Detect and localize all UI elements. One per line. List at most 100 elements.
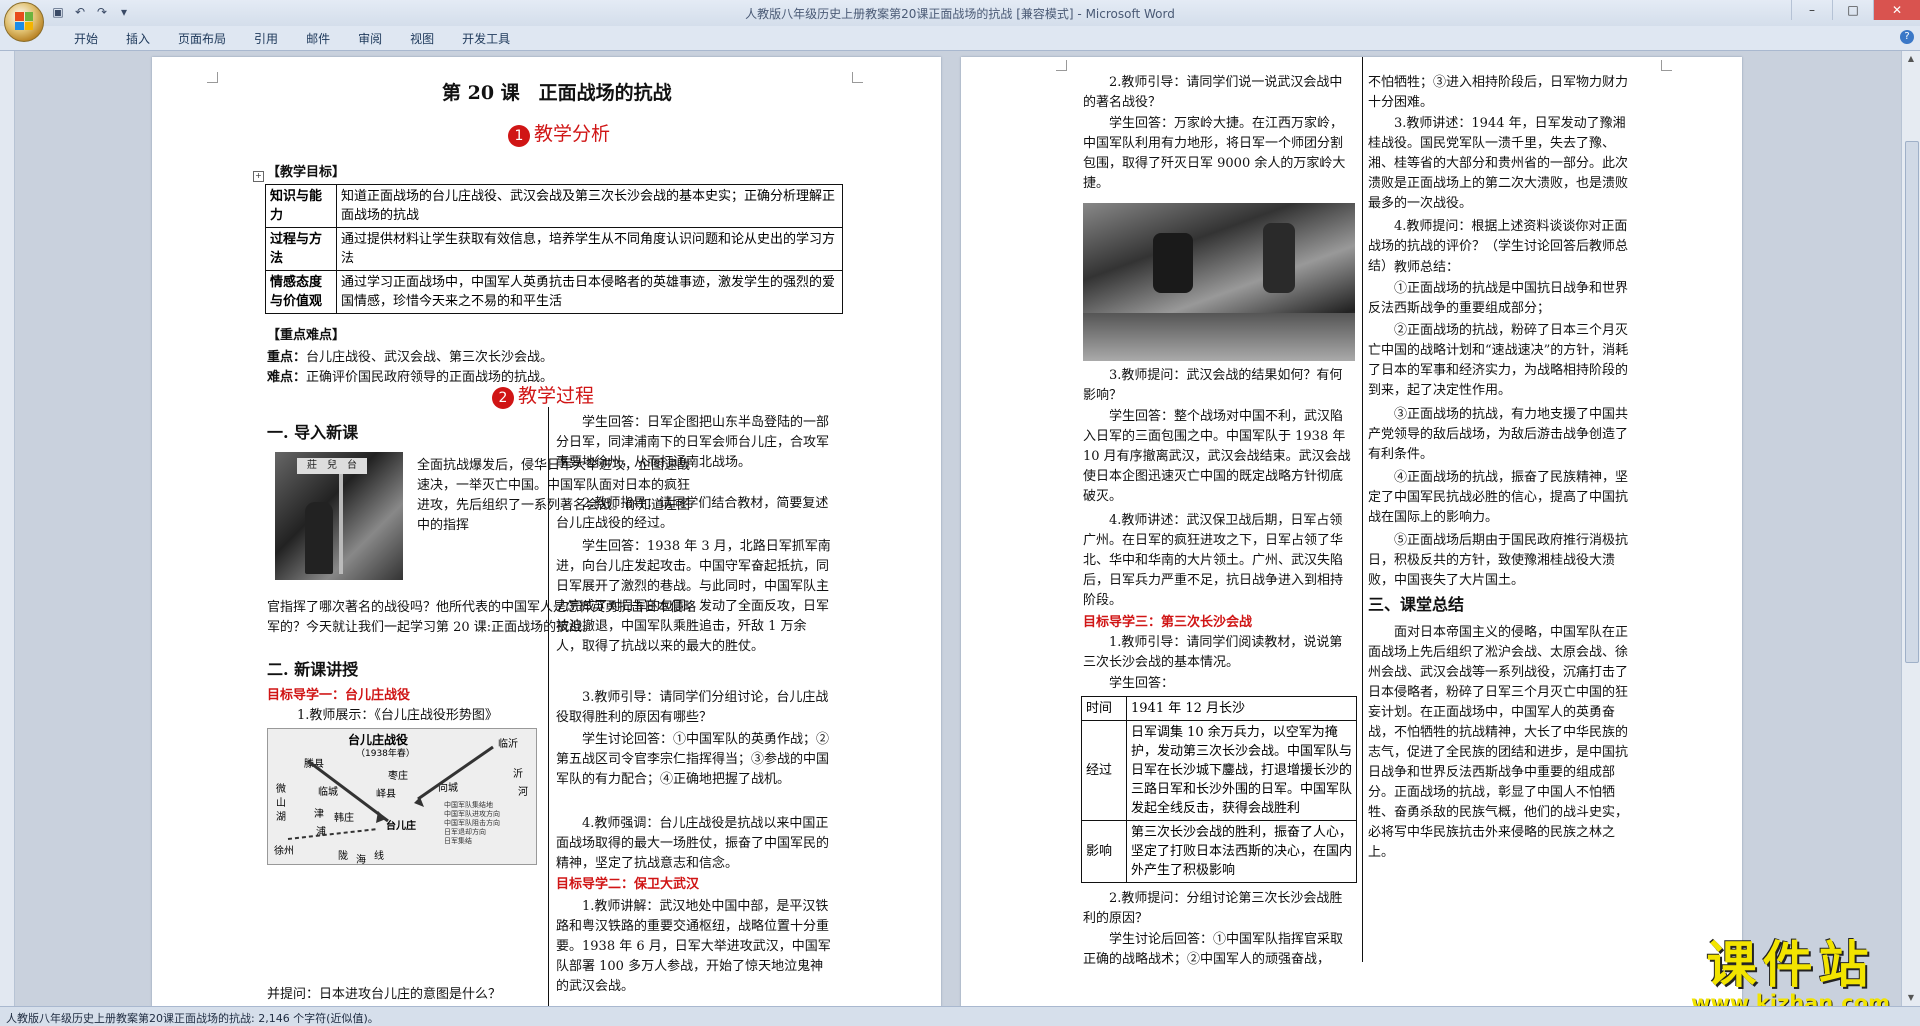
table-move-handle-icon[interactable]: + <box>253 171 264 182</box>
scroll-down-icon[interactable]: ▼ <box>1902 990 1920 1006</box>
table-row: 情感态度与价值观 通过学习正面战场中，中国军人英勇抗击日本侵略者的英雄事迹，激发… <box>265 270 843 314</box>
commander-photo: 莊 兒 台 <box>275 452 403 580</box>
table-row: 经过 日军调集 10 余万兵力，以空军为掩护，发动第三次长沙会战。中国军队与日军… <box>1081 720 1357 821</box>
close-button[interactable]: ✕ <box>1873 0 1920 20</box>
soldier-figure <box>1153 233 1193 293</box>
tab-page-layout[interactable]: 页面布局 <box>164 30 240 47</box>
legend-entry: 中国军队阻击方向 <box>444 819 500 827</box>
goals-heading: 【教学目标】 <box>267 165 346 180</box>
col2-para: 学生讨论回答：①中国军队的英勇作战；②第五战区司令官李宗仁指挥得当；③参战的中国… <box>556 732 830 787</box>
page-title: 第 20 课 正面战场的抗战 <box>442 82 672 104</box>
vertical-ruler <box>0 51 15 1006</box>
legend-entry: 日军集结 <box>444 837 472 845</box>
tab-insert[interactable]: 插入 <box>112 30 164 47</box>
table-cell: 1941 年 12 月长沙 <box>1126 696 1357 721</box>
ribbon-tabs: 开始 插入 页面布局 引用 邮件 审阅 视图 开发工具 <box>60 30 524 47</box>
col2-para: 1.教师讲解：武汉地处中国中部，是平汉铁路和粤汉铁路的重要交通枢纽，战略位置十分… <box>556 899 831 994</box>
col-a-para: 学生回答： <box>1109 676 1175 691</box>
table-cell: 经过 <box>1081 720 1127 821</box>
map-legend: 中国军队集结地 中国军队进攻方向 中国军队阻击方向 日军退却方向 日军集结 <box>444 801 534 846</box>
document-page-2[interactable]: 2.教师引导：请同学们说一说武汉会战中的著名战役？ 学生回答：万家岭大捷。在江西… <box>961 57 1742 1007</box>
col-b-para: ①正面战场的抗战是中国抗日战争和世界反法西斯战争的重要组成部分； <box>1368 281 1629 316</box>
tab-mailings[interactable]: 邮件 <box>292 30 344 47</box>
col-a-para: 4.教师讲述：武汉保卫战后期，日军占领广州。在日军的疯狂进攻之下，日军占领了华北… <box>1083 513 1344 608</box>
section-label: 教学分析 <box>534 123 611 145</box>
summary-heading: 三、课堂总结 <box>1368 595 1465 614</box>
title-bar: ▣ ↶ ↷ ▾ 人教版八年级历史上册教案第20课正面战场的抗战 [兼容模式] -… <box>0 0 1920 27</box>
column-divider <box>548 407 549 1007</box>
battle-map: 台儿庄战役 （1938年春） 临沂 滕县 枣庄 峄县 向城 临城 韩庄 台儿庄 … <box>267 728 537 866</box>
step-1: 1.教师展示：《台儿庄战役形势图》 <box>297 708 498 723</box>
new-lesson-heading: 二. 新课讲授 <box>267 660 359 679</box>
col-b-para: ③正面战场的抗战，有力地支援了中国共产党领导的敌后战场，为敌后游击战争创造了有利… <box>1368 407 1629 462</box>
tab-home[interactable]: 开始 <box>60 30 112 47</box>
tab-references[interactable]: 引用 <box>240 30 292 47</box>
key-label: 重点： <box>267 350 307 365</box>
vertical-scrollbar[interactable]: ▲ ▼ <box>1901 51 1920 1006</box>
status-text: 人教版八年级历史上册教案第20课正面战场的抗战: 2,146 个字符(近似值)。 <box>6 1012 379 1025</box>
section-heading-analysis: 1 教学分析 <box>508 124 610 147</box>
tab-developer[interactable]: 开发工具 <box>448 30 524 47</box>
section-number: 2 <box>492 387 514 409</box>
sign-post <box>339 474 343 574</box>
section-heading-process: 2 教学过程 <box>492 386 594 409</box>
col-a-para: 学生回答：整个战场对中国不利，武汉陷入日军的三面包围之中。中国军队于 1938 … <box>1083 409 1351 504</box>
col-a-para: 学生回答：万家岭大捷。在江西万家岭，中国军队利用有力地形，将日军一个师团分割包围… <box>1083 116 1346 191</box>
table-cell: 通过提供材料让学生获取有效信息，培养学生从不同角度认识问题和论从史出的学习方法 <box>336 227 843 271</box>
tab-view[interactable]: 视图 <box>396 30 448 47</box>
tab-review[interactable]: 审阅 <box>344 30 396 47</box>
table-cell: 通过学习正面战场中，中国军人英勇抗击日本侵略者的英雄事迹，激发学生的强烈的爱国情… <box>336 270 843 314</box>
table-cell: 时间 <box>1081 696 1127 721</box>
section-number: 1 <box>508 125 530 147</box>
key-points-heading: 【重点难点】 <box>267 328 346 343</box>
scroll-up-icon[interactable]: ▲ <box>1902 51 1920 67</box>
rubble-ground <box>1083 313 1355 361</box>
help-icon[interactable]: ? <box>1900 30 1914 44</box>
office-button[interactable] <box>4 2 44 42</box>
col-b-para: ⑤正面战场后期由于国民政府推行消极抗日，积极反共的方针，致使豫湘桂战役大溃败，中… <box>1368 533 1629 588</box>
ribbon: 开始 插入 页面布局 引用 邮件 审阅 视图 开发工具 <box>0 26 1920 51</box>
legend-entry: 中国军队集结地 <box>444 801 493 809</box>
photo-sign: 莊 兒 台 <box>297 458 367 474</box>
difficulty-text: 正确评价国民政府领导的正面战场的抗战。 <box>306 370 554 385</box>
table-cell: 影响 <box>1081 820 1127 883</box>
goal-heading-1: 目标导学一：台儿庄战役 <box>267 688 411 703</box>
scroll-thumb[interactable] <box>1905 141 1919 663</box>
legend-entry: 日军退却方向 <box>444 828 486 836</box>
table-cell: 知识与能力 <box>265 184 337 228</box>
table-cell: 知道正面战场的台儿庄战役、武汉会战及第三次长沙会战的基本史实；正确分析理解正面战… <box>336 184 843 228</box>
summary-text: 面对日本帝国主义的侵略，中国军队在正面战场上先后组织了淞沪会战、太原会战、徐州会… <box>1368 625 1629 860</box>
maximize-button[interactable]: □ <box>1832 0 1873 20</box>
col-b-para: 3.教师讲述：1944 年，日军发动了豫湘桂战役。国民党军队一溃千里，失去了豫、… <box>1368 116 1629 211</box>
table-row: 知识与能力 知道正面战场的台儿庄战役、武汉会战及第三次长沙会战的基本史实；正确分… <box>265 184 843 228</box>
legend-entry: 中国军队进攻方向 <box>444 810 500 818</box>
col-a-para: 学生讨论后回答：①中国军队指挥官采取正确的战略战术；②中国军人的顽强奋战， <box>1083 932 1344 967</box>
watermark-brand: 课件站 <box>1706 936 1875 994</box>
difficulty-line: 难点：正确评价国民政府领导的正面战场的抗战。 <box>267 368 553 388</box>
goal-heading-3: 目标导学三：第三次长沙会战 <box>1083 615 1253 630</box>
status-bar: 人教版八年级历史上册教案第20课正面战场的抗战: 2,146 个字符(近似值)。 <box>0 1006 1920 1026</box>
battle-photo <box>1083 203 1355 361</box>
col-b-para: ④正面战场的抗战，振奋了民族精神，坚定了中国军民抗战必胜的信心，提高了中国抗战在… <box>1368 470 1629 525</box>
margin-mark <box>207 72 218 83</box>
minimize-button[interactable]: – <box>1791 0 1832 20</box>
officer-figure <box>305 502 333 574</box>
table-row: 时间 1941 年 12 月长沙 <box>1081 696 1357 721</box>
site-watermark: 课件站 www.kjzhan.com <box>1691 925 1890 1015</box>
table-row: 过程与方法 通过提供材料让学生获取有效信息，培养学生从不同角度认识问题和论从史出… <box>265 227 843 271</box>
col-a-para: 2.教师引导：请同学们说一说武汉会战中的著名战役？ <box>1083 75 1343 110</box>
office-logo-icon <box>15 12 33 30</box>
col-b-para: ②正面战场的抗战，粉碎了日本三个月灭亡中国的战略计划和“速战速决”的方针，消耗了… <box>1368 323 1629 398</box>
col-a-para: 1.教师引导：请同学们阅读教材，说说第三次长沙会战的基本情况。 <box>1083 635 1343 670</box>
difficulty-label: 难点： <box>267 370 307 385</box>
col2-para: 2.教师指导：请同学们结合教材，简要复述台儿庄战役的经过。 <box>556 496 829 531</box>
window-controls: – □ ✕ <box>1791 0 1920 20</box>
window-title: 人教版八年级历史上册教案第20课正面战场的抗战 [兼容模式] - Microso… <box>745 7 1175 21</box>
table-cell: 日军调集 10 余万兵力，以空军为掩护，发动第三次长沙会战。中国军队与日军在长沙… <box>1126 720 1357 821</box>
col-b-para: 不怕牺牲；③进入相持阶段后，日军物力财力十分困难。 <box>1368 75 1629 110</box>
col2-para: 4.教师强调：台儿庄战役是抗战以来中国正面战场取得的最大一场胜仗，振奋了中国军民… <box>556 816 830 871</box>
col2-para: 3.教师引导：请同学们分组讨论，台儿庄战役取得胜利的原因有哪些？ <box>556 690 829 725</box>
section-label: 教学过程 <box>518 385 595 407</box>
table-row: 影响 第三次长沙会战的胜利，振奋了人心，坚定了打败日本法西斯的决心，在国内外产生… <box>1081 820 1357 883</box>
document-page-1[interactable]: 第 20 课 正面战场的抗战 1 教学分析 + 【教学目标】 知识与能力 知道正面… <box>152 57 941 1007</box>
